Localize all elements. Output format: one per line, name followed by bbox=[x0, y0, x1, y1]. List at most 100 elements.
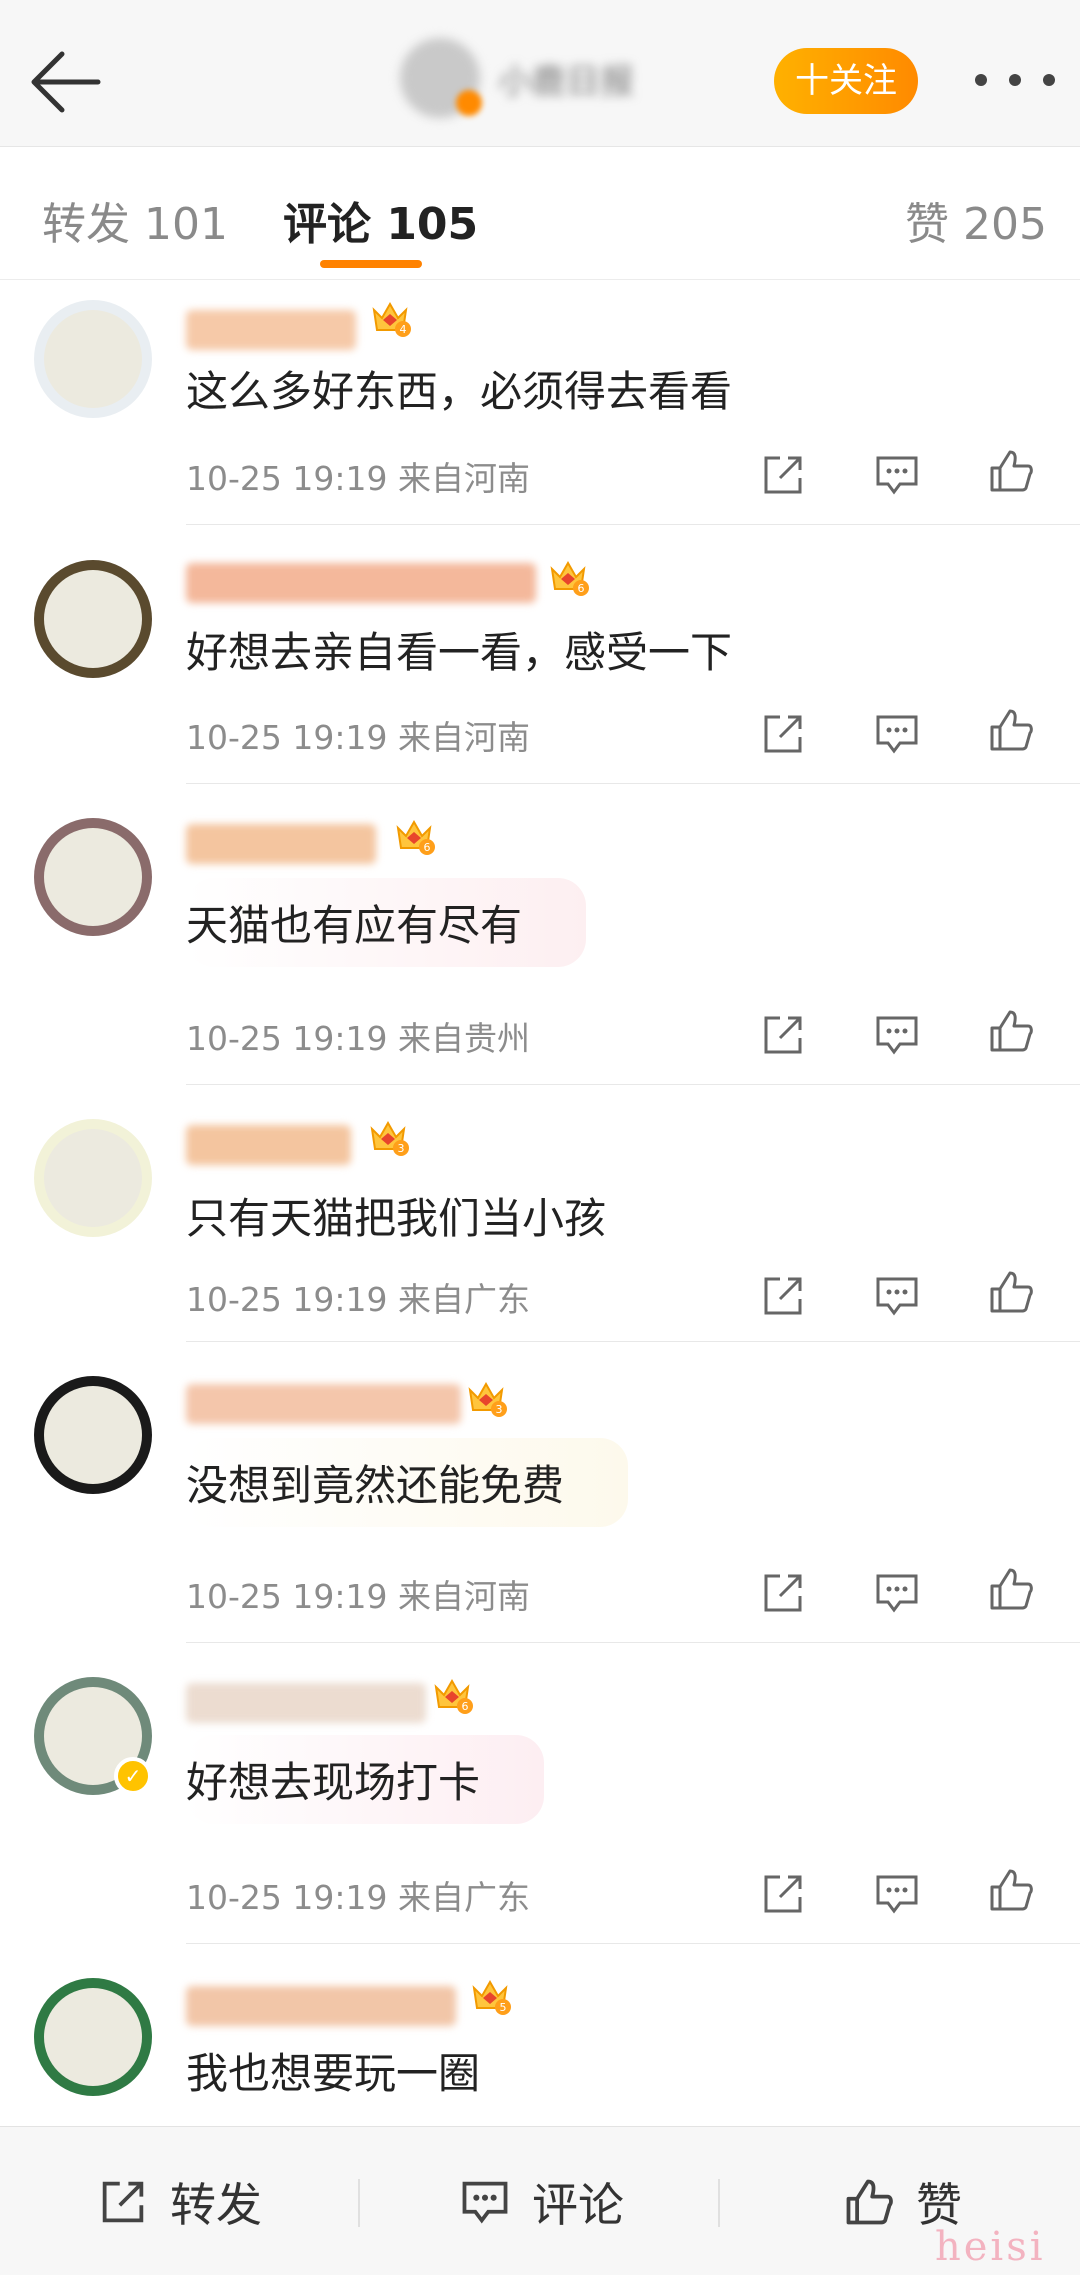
account-header[interactable]: 小鹿日报 bbox=[400, 38, 634, 118]
comment-text: 我也想要玩一圈 bbox=[186, 2049, 481, 2098]
svg-text:6: 6 bbox=[578, 582, 585, 595]
comment-location: 来自广东 bbox=[397, 1878, 530, 1917]
divider bbox=[186, 524, 1080, 525]
comment-location: 来自贵州 bbox=[397, 1019, 530, 1058]
comment-meta: 10-25 19:19 来自贵州 bbox=[186, 1012, 530, 1060]
comment-location: 来自河南 bbox=[397, 1577, 530, 1616]
avatar[interactable] bbox=[34, 300, 152, 418]
more-options-icon[interactable] bbox=[975, 60, 1055, 100]
repost-icon[interactable] bbox=[758, 709, 808, 759]
vip-crown-icon: 6 bbox=[396, 819, 435, 855]
top-nav-bar: 小鹿日报 十关注 bbox=[0, 0, 1080, 147]
vip-crown-icon: 4 bbox=[372, 301, 411, 337]
repost-icon[interactable] bbox=[758, 450, 808, 500]
comment-tabs: 转发 101 评论 105 赞 205 bbox=[0, 148, 1080, 280]
comment-time: 10-25 19:19 bbox=[186, 1577, 388, 1616]
svg-text:3: 3 bbox=[496, 1403, 503, 1416]
comment-location: 来自河南 bbox=[397, 718, 530, 757]
comment-text: 好想去现场打卡 bbox=[186, 1735, 545, 1824]
tab-likes[interactable]: 赞 205 bbox=[905, 188, 1047, 252]
comment-label: 评论 bbox=[532, 2178, 624, 2232]
repost-label: 转发 bbox=[170, 2178, 262, 2232]
comment-meta: 10-25 19:19 来自广东 bbox=[186, 1871, 530, 1919]
comment-button[interactable]: 评论 bbox=[458, 2167, 624, 2237]
username[interactable] bbox=[186, 824, 376, 864]
username[interactable] bbox=[186, 563, 536, 603]
separator bbox=[718, 2179, 720, 2227]
like-icon bbox=[846, 2179, 893, 2225]
like-icon[interactable] bbox=[986, 446, 1036, 496]
comment-time: 10-25 19:19 bbox=[186, 459, 388, 498]
repost-button[interactable]: 转发 bbox=[96, 2167, 262, 2237]
like-icon[interactable] bbox=[986, 705, 1036, 755]
svg-text:3: 3 bbox=[398, 1142, 405, 1155]
divider bbox=[186, 783, 1080, 784]
comment-text: 天猫也有应有尽有 bbox=[186, 878, 587, 967]
avatar[interactable]: ✓ bbox=[34, 1677, 152, 1795]
repost-icon[interactable] bbox=[758, 1568, 808, 1618]
repost-icon[interactable] bbox=[758, 1271, 808, 1321]
vip-crown-icon: 6 bbox=[434, 1678, 473, 1714]
vip-crown-icon: 5 bbox=[472, 1979, 511, 2015]
like-icon[interactable] bbox=[986, 1267, 1036, 1317]
like-icon[interactable] bbox=[986, 1865, 1036, 1915]
comment-icon[interactable] bbox=[872, 1271, 922, 1321]
active-tab-indicator bbox=[320, 260, 422, 268]
comment-icon[interactable] bbox=[872, 709, 922, 759]
comment-text: 好想去亲自看一看，感受一下 bbox=[186, 628, 733, 677]
divider bbox=[186, 1642, 1080, 1643]
comment-location: 来自广东 bbox=[397, 1280, 530, 1319]
repost-icon[interactable] bbox=[758, 1010, 808, 1060]
comment-icon[interactable] bbox=[872, 1869, 922, 1919]
verified-badge-icon: ✓ bbox=[114, 1757, 152, 1795]
tab-reposts[interactable]: 转发 101 bbox=[42, 188, 228, 252]
avatar[interactable] bbox=[34, 1119, 152, 1237]
avatar[interactable] bbox=[34, 1978, 152, 2096]
tab-comments[interactable]: 评论 105 bbox=[283, 188, 478, 252]
divider bbox=[186, 1943, 1080, 1944]
avatar[interactable] bbox=[34, 818, 152, 936]
comment-meta: 10-25 19:19 来自河南 bbox=[186, 1570, 530, 1618]
avatar[interactable] bbox=[34, 560, 152, 678]
comment-meta: 10-25 19:19 来自广东 bbox=[186, 1273, 530, 1321]
comment-icon[interactable] bbox=[872, 450, 922, 500]
username[interactable] bbox=[186, 1683, 426, 1723]
bottom-action-bar: 转发 评论 赞 bbox=[0, 2126, 1080, 2275]
divider bbox=[186, 1084, 1080, 1085]
comment-icon[interactable] bbox=[872, 1010, 922, 1060]
svg-text:5: 5 bbox=[500, 2001, 507, 2014]
separator bbox=[358, 2179, 360, 2227]
back-arrow-icon[interactable] bbox=[26, 40, 110, 124]
comment-text: 没想到竟然还能免费 bbox=[186, 1438, 629, 1527]
vip-crown-icon: 6 bbox=[550, 560, 589, 596]
comment-meta: 10-25 19:19 来自河南 bbox=[186, 711, 530, 759]
username[interactable] bbox=[186, 1125, 351, 1165]
account-name: 小鹿日报 bbox=[498, 61, 634, 102]
comment-time: 10-25 19:19 bbox=[186, 718, 388, 757]
comment-time: 10-25 19:19 bbox=[186, 1878, 388, 1917]
divider bbox=[186, 1341, 1080, 1342]
repost-icon[interactable] bbox=[758, 1869, 808, 1919]
svg-text:6: 6 bbox=[462, 1700, 469, 1713]
username[interactable] bbox=[186, 1384, 461, 1424]
avatar[interactable] bbox=[34, 1376, 152, 1494]
comment-text: 只有天猫把我们当小孩 bbox=[186, 1194, 607, 1243]
username[interactable] bbox=[186, 1986, 456, 2026]
svg-text:4: 4 bbox=[400, 323, 407, 336]
comment-time: 10-25 19:19 bbox=[186, 1280, 388, 1319]
comment-time: 10-25 19:19 bbox=[186, 1019, 388, 1058]
comment-icon[interactable] bbox=[872, 1568, 922, 1618]
like-icon[interactable] bbox=[986, 1564, 1036, 1614]
comment-text: 这么多好东西，必须得去看看 bbox=[186, 367, 733, 416]
repost-icon bbox=[102, 2181, 144, 2223]
like-icon[interactable] bbox=[986, 1006, 1036, 1056]
watermark: heisi bbox=[935, 2224, 1046, 2270]
comment-icon bbox=[462, 2181, 508, 2224]
vip-crown-icon: 3 bbox=[468, 1381, 507, 1417]
account-badge-icon bbox=[456, 90, 482, 116]
svg-text:6: 6 bbox=[424, 841, 431, 854]
comment-location: 来自河南 bbox=[397, 459, 530, 498]
follow-button[interactable]: 十关注 bbox=[774, 48, 918, 114]
vip-crown-icon: 3 bbox=[370, 1120, 409, 1156]
comment-meta: 10-25 19:19 来自河南 bbox=[186, 452, 530, 500]
